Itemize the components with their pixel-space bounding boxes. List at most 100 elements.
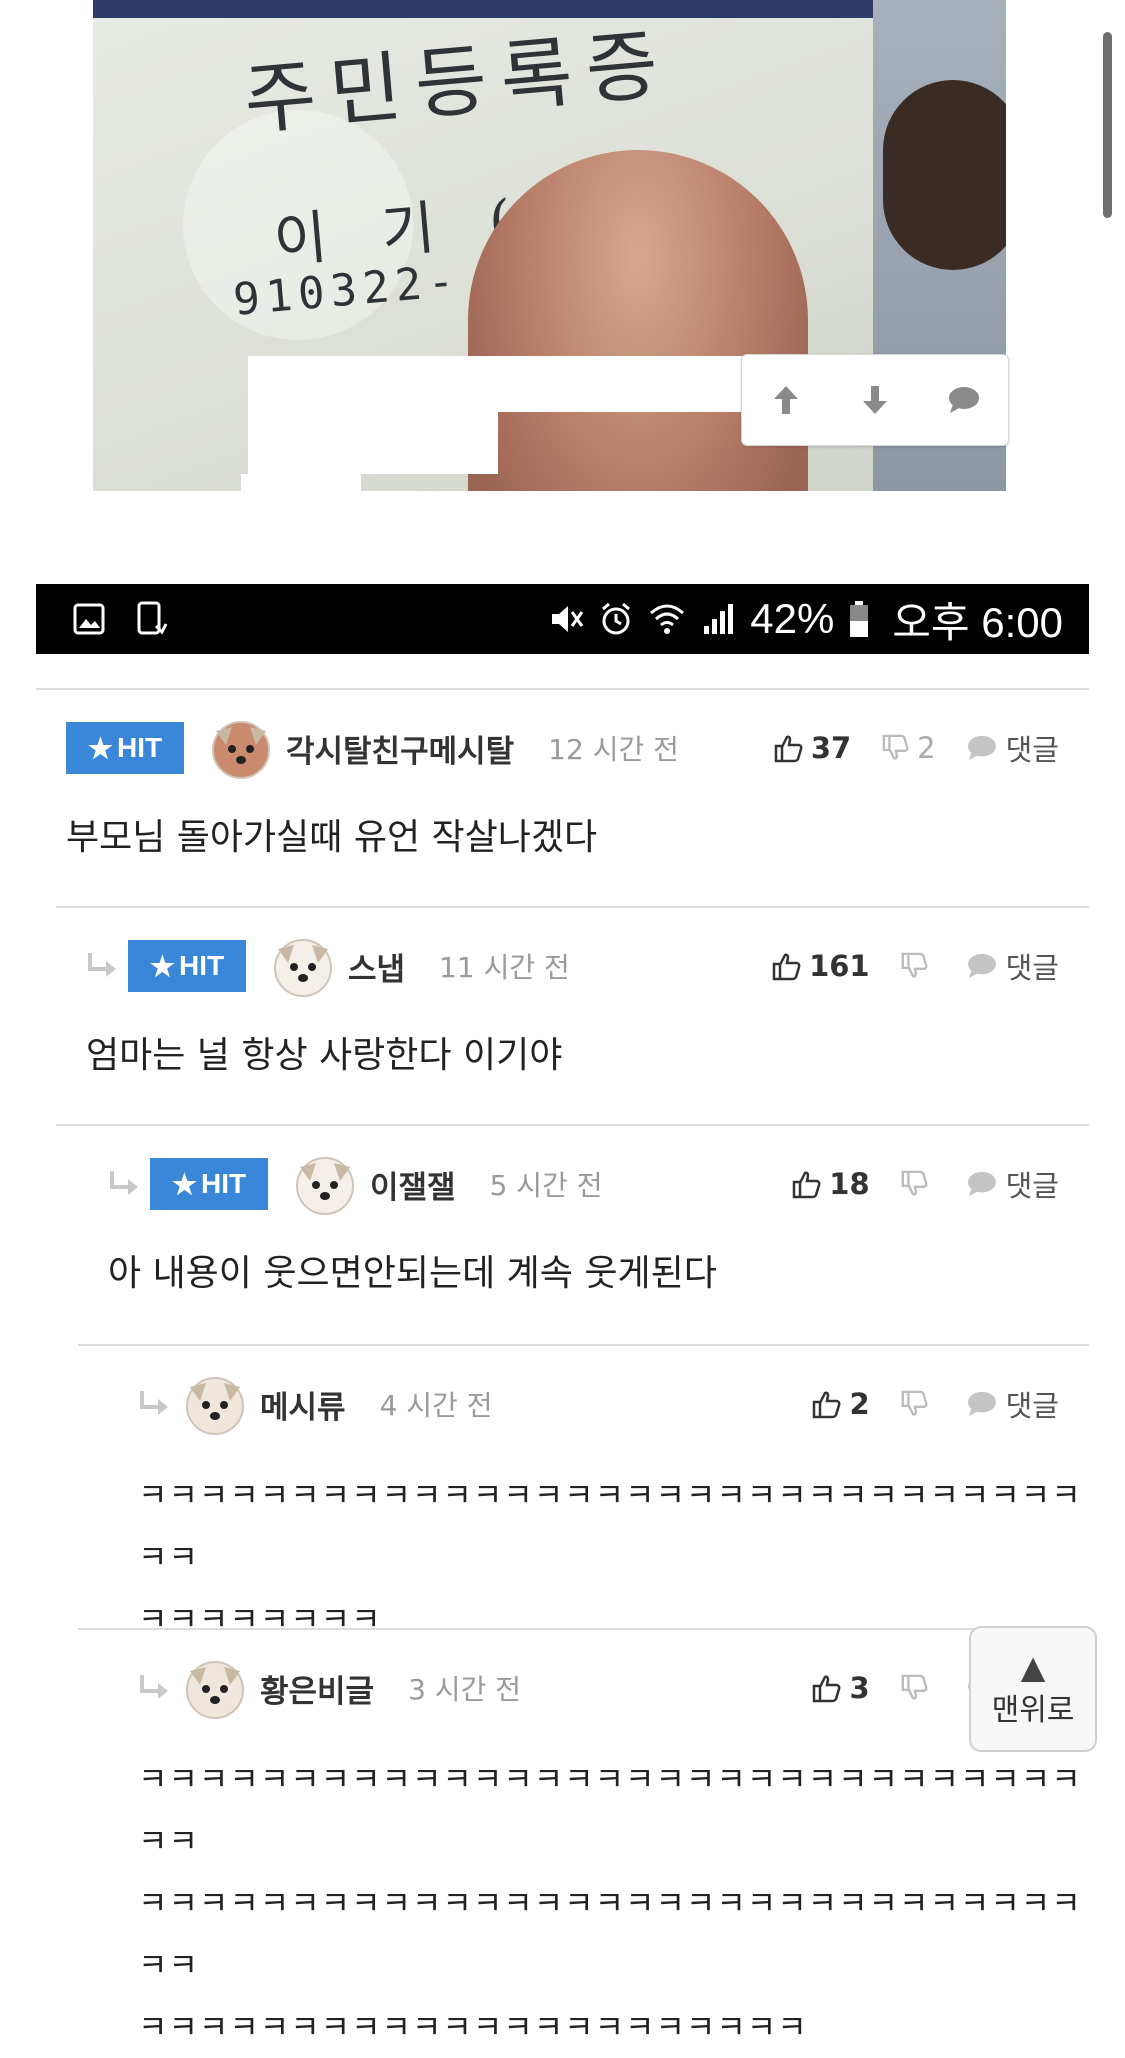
comment-actions: 18 댓글	[761, 1154, 1059, 1214]
battery-icon	[848, 600, 870, 638]
comment-author[interactable]: 이잴잴	[370, 1162, 456, 1207]
like-count: 37	[810, 731, 852, 765]
avatar[interactable]	[180, 1369, 250, 1439]
avatar[interactable]	[180, 1653, 250, 1723]
like-button[interactable]: 161	[771, 949, 870, 983]
comment-time: 3 시간 전	[408, 1673, 521, 1706]
dislike-button[interactable]	[900, 1170, 936, 1198]
comment-time: 4 시간 전	[379, 1389, 493, 1422]
comment-bubble-icon[interactable]	[934, 370, 994, 430]
like-count: 161	[809, 949, 870, 983]
comment-bubble-icon	[967, 1391, 996, 1417]
alarm-icon	[598, 601, 634, 637]
screenshot-icon	[134, 600, 168, 638]
status-bar: 42% 오후 6:00	[36, 584, 1089, 654]
thumbs-down-icon	[901, 1674, 928, 1700]
comment-item: ★ HIT 스냅 11 시간 전 161 댓글 엄마는 널 항상 사랑한다 이기야	[56, 906, 1089, 1126]
upvote-arrow-icon[interactable]	[756, 370, 816, 430]
reply-label: 댓글	[1005, 733, 1059, 767]
thumbs-up-icon	[793, 1171, 821, 1199]
comment-time: 11 시간 전	[439, 951, 570, 984]
redaction-bar	[241, 474, 361, 491]
thumbs-down-icon	[901, 1390, 928, 1416]
hit-badge: ★ HIT	[66, 722, 184, 774]
comment-header: ★ HIT 각시탈친구메시탈 12 시간 전 37 2 댓글	[36, 718, 1089, 779]
gallery-icon	[72, 602, 106, 636]
dislike-button[interactable]	[900, 952, 936, 980]
signal-icon	[700, 602, 736, 636]
like-button[interactable]: 3	[811, 1671, 870, 1705]
comment-body: ㅋㅋㅋㅋㅋㅋㅋㅋㅋㅋㅋㅋㅋㅋㅋㅋㅋㅋㅋㅋㅋㅋㅋㅋㅋㅋㅋㅋㅋㅋㅋㅋㅋ ㅋㅋㅋㅋㅋㅋ…	[138, 1760, 1082, 2046]
reply-label: 댓글	[1005, 951, 1059, 985]
comment-header: 황은비글3 시간 전3댓글	[78, 1658, 1089, 1719]
hit-badge: ★ HIT	[150, 1158, 268, 1210]
like-button[interactable]: 2	[811, 1387, 870, 1421]
redaction-bar	[248, 412, 498, 474]
comment-bubble-icon	[967, 953, 996, 979]
hit-badge-label: HIT	[179, 950, 225, 981]
reply-label: 댓글	[1005, 1389, 1059, 1423]
dislike-button[interactable]: 2	[881, 731, 936, 765]
image-vote-toolbar	[741, 354, 1009, 446]
thumbs-up-icon	[813, 1391, 841, 1419]
scroll-to-top-label: 맨위로	[991, 1693, 1075, 1728]
thumbs-up-icon	[772, 953, 801, 981]
star-icon: ★	[149, 950, 175, 982]
like-count: 18	[829, 1167, 870, 1201]
thumbs-down-icon	[901, 1170, 928, 1196]
reply-label: 댓글	[1005, 1169, 1059, 1203]
dislike-button[interactable]	[900, 1390, 936, 1418]
reply-button[interactable]: 댓글	[966, 945, 1059, 987]
comment-actions: 37 2 댓글	[743, 718, 1059, 778]
id-card-title: 주민등록증	[240, 19, 676, 147]
comment-item: 메시류 4 시간 전 2 댓글 ㅋㅋㅋㅋㅋㅋㅋㅋㅋㅋㅋㅋㅋㅋㅋㅋㅋㅋㅋㅋㅋㅋㅋㅋㅋㅋㅋㅋ…	[78, 1344, 1089, 1638]
comment-header: 메시류 4 시간 전 2 댓글	[78, 1374, 1089, 1435]
comment-body: 아 내용이 웃으면안되는데 계속 웃게된다	[108, 1253, 717, 1294]
like-count: 3	[849, 1671, 870, 1705]
reply-button[interactable]: 댓글	[966, 727, 1059, 769]
reply-button[interactable]: 댓글	[966, 1163, 1059, 1205]
star-icon: ★	[171, 1168, 197, 1200]
mute-icon	[548, 602, 584, 636]
like-button[interactable]: 37	[773, 731, 851, 765]
avatar[interactable]	[268, 931, 338, 1001]
comment-author[interactable]: 메시류	[260, 1382, 346, 1427]
avatar[interactable]	[290, 1149, 360, 1219]
avatar[interactable]	[206, 713, 276, 783]
downvote-arrow-icon[interactable]	[845, 370, 905, 430]
comment-author[interactable]: 스냅	[348, 944, 405, 989]
scroll-to-top-button[interactable]: ▲ 맨위로	[969, 1626, 1097, 1752]
comment-header: ★ HIT 스냅 11 시간 전 161 댓글	[56, 936, 1089, 997]
thumbs-up-icon	[774, 735, 803, 763]
comment-item: 황은비글3 시간 전3댓글ㅋㅋㅋㅋㅋㅋㅋㅋㅋㅋㅋㅋㅋㅋㅋㅋㅋㅋㅋㅋㅋㅋㅋㅋㅋㅋㅋ…	[78, 1628, 1089, 2046]
comment-author[interactable]: 황은비글	[260, 1666, 374, 1711]
dislike-button[interactable]	[900, 1674, 936, 1702]
wifi-icon	[648, 601, 686, 637]
scrollbar[interactable]	[1103, 32, 1112, 218]
comment-body: ㅋㅋㅋㅋㅋㅋㅋㅋㅋㅋㅋㅋㅋㅋㅋㅋㅋㅋㅋㅋㅋㅋㅋㅋㅋㅋㅋㅋㅋㅋㅋㅋㅋ ㅋㅋㅋㅋㅋㅋ…	[138, 1476, 1082, 1638]
reply-arrow-icon	[108, 1169, 144, 1199]
comment-actions: 2 댓글	[781, 1374, 1059, 1434]
hit-badge-label: HIT	[201, 1168, 247, 1199]
star-icon: ★	[87, 732, 113, 764]
like-button[interactable]: 18	[791, 1167, 870, 1201]
hit-badge-label: HIT	[117, 732, 163, 763]
dislike-count: 2	[917, 731, 936, 765]
reply-arrow-icon	[138, 1673, 174, 1703]
thumbs-down-icon	[901, 952, 928, 978]
reply-button[interactable]: 댓글	[966, 1383, 1059, 1425]
reply-arrow-icon	[138, 1389, 174, 1419]
up-triangle-icon: ▲	[1020, 1648, 1046, 1686]
comment-item: ★ HIT 이잴잴 5 시간 전 18 댓글아 내용이 웃으면안되는데 계속 웃게된다	[56, 1124, 1089, 1346]
comment-author[interactable]: 각시탈친구메시탈	[286, 726, 514, 771]
like-count: 2	[849, 1387, 870, 1421]
comment-body: 부모님 돌아가실때 유언 작살나겠다	[66, 817, 598, 858]
battery-percent: 42%	[750, 595, 835, 642]
clock: 오후 6:00	[892, 598, 1063, 646]
hit-badge: ★ HIT	[128, 940, 246, 992]
thumbs-down-icon	[882, 734, 909, 760]
comment-item: ★ HIT 각시탈친구메시탈 12 시간 전 37 2 댓글 부모님 돌아가실때 유언 작살나…	[36, 688, 1089, 908]
reply-arrow-icon	[86, 951, 122, 981]
comment-bubble-icon	[967, 1171, 996, 1197]
comment-time: 5 시간 전	[489, 1169, 603, 1202]
